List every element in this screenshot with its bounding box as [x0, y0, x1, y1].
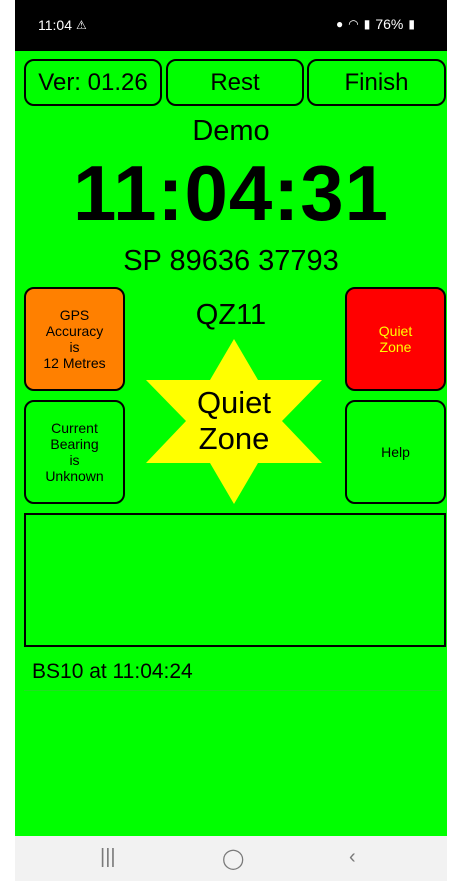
- back-icon[interactable]: ‹: [349, 846, 356, 869]
- bearing-line-2: Bearing: [50, 436, 99, 452]
- status-time: 11:04: [38, 17, 72, 33]
- signal-icon: ▮: [363, 17, 371, 31]
- bearing-button[interactable]: Current Bearing is Unknown: [24, 400, 125, 504]
- battery-icon: ▮: [408, 17, 415, 31]
- clock-display: 11:04:31: [73, 149, 389, 237]
- star-label: Quiet Zone: [146, 385, 322, 457]
- star-label-line-2: Zone: [198, 421, 270, 456]
- home-icon[interactable]: ◯: [222, 846, 244, 871]
- message-box: [24, 513, 446, 647]
- bearing-line-1: Current: [51, 420, 98, 436]
- gps-line-1: GPS: [59, 307, 90, 323]
- divider: [24, 690, 442, 691]
- help-button[interactable]: Help: [345, 400, 446, 504]
- bearing-line-3: is: [69, 452, 80, 468]
- status-bar: 11:04 ⚠ ● ◠ ▮ 76% ▮: [15, 0, 447, 51]
- recent-apps-icon[interactable]: |||: [100, 846, 116, 869]
- version-button[interactable]: Ver: 01.26: [24, 59, 162, 106]
- status-time-group: 11:04 ⚠: [38, 17, 87, 33]
- gps-line-3: is: [69, 339, 80, 355]
- star-label-line-1: Quiet: [196, 385, 272, 420]
- status-icons: ● ◠ ▮ 76% ▮: [336, 16, 415, 32]
- navigation-bar: ||| ◯ ‹: [15, 836, 447, 881]
- battery-percent: 76%: [375, 16, 404, 32]
- bearing-line-4: Unknown: [45, 468, 104, 484]
- gps-line-2: Accuracy: [45, 323, 104, 339]
- rest-button[interactable]: Rest: [166, 59, 304, 106]
- quiet-zone-button[interactable]: Quiet Zone: [345, 287, 446, 391]
- quiet-zone-line-1: Quiet: [378, 323, 413, 339]
- gps-accuracy-button[interactable]: GPS Accuracy is 12 Metres: [24, 287, 125, 391]
- location-icon: ●: [336, 17, 344, 31]
- notification-icon: ⚠: [76, 18, 87, 32]
- mode-title: Demo: [192, 115, 270, 147]
- gps-line-4: 12 Metres: [43, 355, 106, 371]
- finish-button[interactable]: Finish: [307, 59, 446, 106]
- wifi-icon: ◠: [348, 17, 359, 31]
- app-screen: 11:04 ⚠ ● ◠ ▮ 76% ▮ Ver: 01.26 Rest Fini…: [15, 0, 447, 881]
- quiet-zone-line-2: Zone: [379, 339, 412, 355]
- log-entry: BS10 at 11:04:24: [32, 660, 193, 683]
- grid-reference: SP 89636 37793: [123, 245, 339, 277]
